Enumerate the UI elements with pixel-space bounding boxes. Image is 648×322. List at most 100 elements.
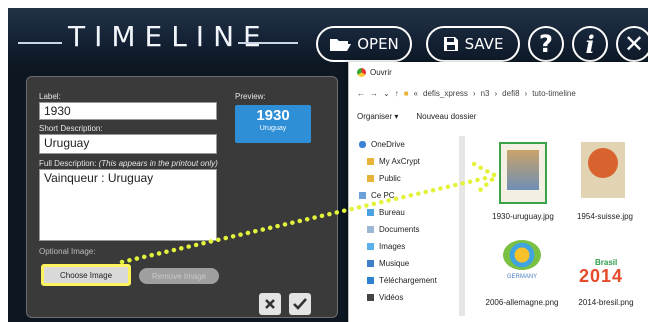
full-description-label: Full Description: xyxy=(39,159,97,168)
help-icon: ? xyxy=(539,30,553,58)
folder-icon: ■ xyxy=(403,88,409,98)
dialog-title: Ouvrir xyxy=(370,68,392,77)
poster-text: GERMANY xyxy=(506,274,538,280)
chrome-icon xyxy=(357,68,366,77)
title-line-right xyxy=(238,42,298,44)
forward-arrow-icon[interactable]: → xyxy=(370,89,378,98)
nav-item-videos[interactable]: Vidéos xyxy=(359,289,459,306)
nav-item-images[interactable]: Images xyxy=(359,238,459,255)
nav-item-label: Téléchargement xyxy=(379,276,437,285)
breadcrumb-separator: « xyxy=(413,88,418,98)
file-name[interactable]: 1930-uruguay.jpg xyxy=(485,212,561,221)
preview-year: 1930 xyxy=(256,107,290,124)
nav-item-desktop[interactable]: Bureau xyxy=(359,204,459,221)
image-icon xyxy=(367,243,374,250)
app-header: TIMELINE OPEN SAVE ? i ✕ xyxy=(8,8,648,68)
folder-icon xyxy=(367,158,374,165)
floppy-disk-icon xyxy=(443,37,458,51)
nav-item-label: Bureau xyxy=(379,208,405,217)
title-line-left xyxy=(18,42,62,44)
new-folder-button[interactable]: Nouveau dossier xyxy=(416,112,476,121)
short-description-caption: Short Description: xyxy=(39,124,103,133)
desktop-icon xyxy=(367,209,374,216)
dialog-toolbar: Organiser ▾ Nouveau dossier xyxy=(357,112,494,121)
nav-item-label: Documents xyxy=(379,225,420,234)
music-icon xyxy=(367,260,374,267)
video-icon xyxy=(367,294,374,301)
breadcrumb-item[interactable]: n3 xyxy=(481,89,490,98)
save-button[interactable]: SAVE xyxy=(426,26,520,62)
nav-item-axcrypt[interactable]: My AxCrypt xyxy=(359,153,459,170)
poster-image xyxy=(503,240,541,270)
up-arrow-icon[interactable]: ↑ xyxy=(395,89,399,98)
nav-item-label: Ce PC xyxy=(371,191,395,200)
file-thumbnail[interactable] xyxy=(499,142,547,204)
breadcrumb-separator: › xyxy=(524,88,528,98)
nav-item-public[interactable]: Public xyxy=(359,170,459,187)
app-title: TIMELINE xyxy=(68,20,270,53)
breadcrumb-item[interactable]: defis_xpress xyxy=(423,89,468,98)
nav-item-label: My AxCrypt xyxy=(379,157,420,166)
document-icon xyxy=(367,226,374,233)
nav-item-label: Images xyxy=(379,242,406,251)
file-name[interactable]: 2014-bresil.png xyxy=(571,298,641,307)
label-caption: Label: xyxy=(39,92,61,101)
nav-item-label: Vidéos xyxy=(379,293,404,302)
choose-image-button[interactable]: Choose Image xyxy=(41,264,131,286)
optional-image-caption: Optional Image: xyxy=(39,247,96,256)
preview-caption: Preview: xyxy=(235,92,266,101)
nav-item-label: OneDrive xyxy=(371,140,405,149)
nav-item-label: Musique xyxy=(379,259,410,268)
label-input[interactable]: 1930 xyxy=(39,102,217,120)
file-thumbnail[interactable]: GERMANY xyxy=(495,236,549,292)
nav-item-downloads[interactable]: Téléchargement xyxy=(359,272,459,289)
open-file-dialog: Ouvrir ← → ⌄ ↑ ■ « defis_xpress › n3 › d… xyxy=(348,62,648,322)
back-arrow-icon[interactable]: ← xyxy=(357,89,365,98)
folder-open-icon xyxy=(330,39,352,51)
file-name[interactable]: 2006-allemagne.png xyxy=(485,298,559,307)
save-button-label: SAVE xyxy=(464,35,504,53)
full-description-caption: Full Description: (This appears in the p… xyxy=(39,159,218,168)
chevron-down-icon[interactable]: ⌄ xyxy=(383,89,390,98)
breadcrumb-item[interactable]: defi8 xyxy=(502,89,519,98)
nav-item-onedrive[interactable]: OneDrive xyxy=(359,136,459,153)
checkmark-icon xyxy=(293,298,307,310)
breadcrumb-separator: › xyxy=(494,88,498,98)
file-thumbnail[interactable]: Brasil 2014 xyxy=(577,258,631,294)
nav-item-documents[interactable]: Documents xyxy=(359,221,459,238)
cancel-button[interactable] xyxy=(259,293,281,315)
nav-item-this-pc[interactable]: Ce PC xyxy=(359,187,459,204)
file-name[interactable]: 1954-suisse.jpg xyxy=(569,212,641,221)
organize-menu[interactable]: Organiser ▾ xyxy=(357,112,398,121)
open-button-label: OPEN xyxy=(357,35,399,53)
full-description-note: (This appears in the printout only) xyxy=(98,159,218,168)
breadcrumb-item[interactable]: tuto-timeline xyxy=(532,89,576,98)
poster-image xyxy=(588,148,618,178)
open-button[interactable]: OPEN xyxy=(316,26,412,62)
x-icon xyxy=(265,299,275,309)
help-button[interactable]: ? xyxy=(528,26,564,62)
file-thumbnail[interactable] xyxy=(581,142,625,198)
download-icon xyxy=(367,277,374,284)
confirm-button[interactable] xyxy=(289,293,311,315)
dialog-titlebar: Ouvrir xyxy=(357,68,392,77)
poster-image xyxy=(507,150,539,190)
event-form-panel: Label: 1930 Short Description: Uruguay F… xyxy=(26,76,338,318)
address-bar[interactable]: ← → ⌄ ↑ ■ « defis_xpress › n3 › defi8 › … xyxy=(357,86,643,100)
info-button[interactable]: i xyxy=(572,26,608,62)
scrollbar[interactable] xyxy=(459,136,465,316)
navigation-pane: OneDrive My AxCrypt Public Ce PC Bureau … xyxy=(359,136,459,306)
close-app-button[interactable]: ✕ xyxy=(616,26,648,62)
remove-image-button[interactable]: Remove Image xyxy=(139,268,219,284)
poster-year: 2014 xyxy=(579,266,624,286)
folder-icon xyxy=(367,175,374,182)
nav-item-music[interactable]: Musique xyxy=(359,255,459,272)
info-icon: i xyxy=(585,29,595,59)
nav-item-label: Public xyxy=(379,174,401,183)
short-description-input[interactable]: Uruguay xyxy=(39,134,217,154)
computer-icon xyxy=(359,192,366,199)
full-description-textarea[interactable]: Vainqueur : Uruguay xyxy=(39,169,217,241)
breadcrumb-separator: › xyxy=(472,88,476,98)
preview-box: 1930 Uruguay xyxy=(235,105,311,143)
preview-description: Uruguay xyxy=(259,125,287,132)
